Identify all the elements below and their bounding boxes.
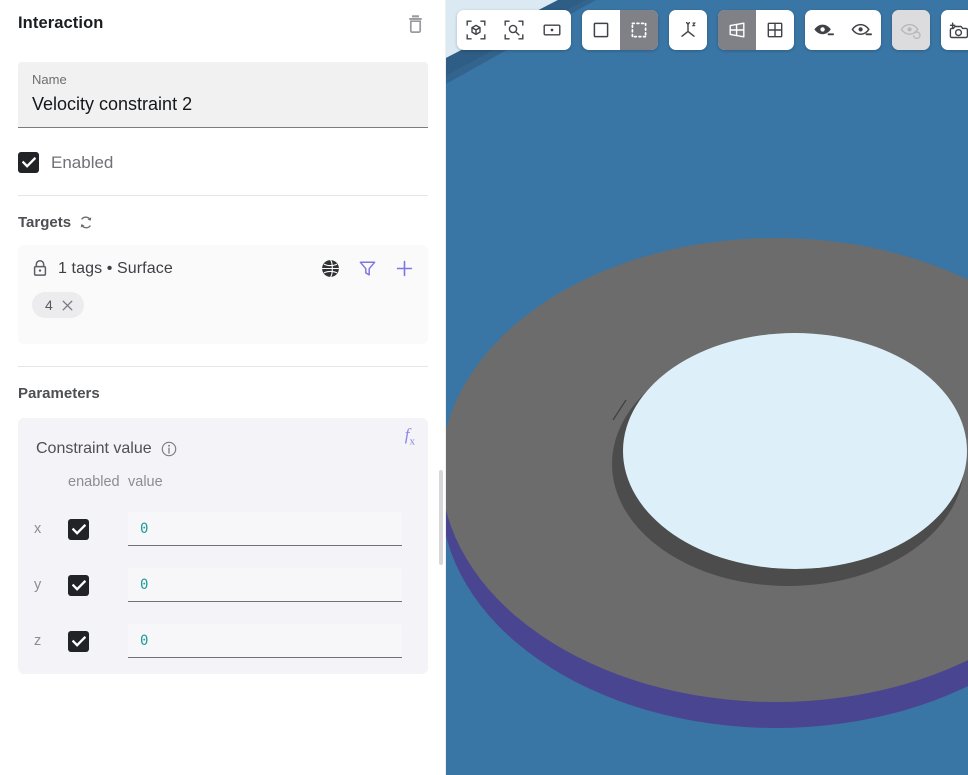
add-camera-icon[interactable] [941, 10, 968, 50]
filter-icon[interactable] [358, 259, 377, 278]
enabled-label: Enabled [51, 152, 114, 172]
divider-1 [18, 195, 428, 196]
orthographic-view-icon[interactable] [756, 10, 794, 50]
axis-value-input-z[interactable]: 0 [128, 624, 402, 658]
app-root: Interaction Name Velocity constraint 2 E… [0, 0, 968, 775]
enabled-checkbox[interactable] [18, 152, 39, 173]
targets-section-title: Targets [18, 214, 428, 231]
axis-enabled-cell-y [68, 574, 128, 596]
parameter-row-x: x 0 [34, 512, 412, 546]
divider-2 [18, 366, 428, 367]
targets-card: 1 tags • Surface 4 [18, 245, 428, 344]
target-tag-chips: 4 [32, 292, 414, 318]
globe-icon[interactable] [321, 259, 340, 278]
axis-value-text-x: 0 [140, 520, 149, 537]
close-icon[interactable] [62, 300, 73, 311]
column-header-enabled: enabled [68, 474, 120, 490]
enabled-row[interactable]: Enabled [18, 152, 428, 173]
select-marquee-icon[interactable] [620, 10, 658, 50]
axis-label-y: y [34, 577, 42, 593]
axis-value-input-x[interactable]: 0 [128, 512, 402, 546]
axis-label-x: x [34, 521, 42, 537]
targets-summary-text: 1 tags • Surface [58, 259, 173, 277]
zoom-fit-window-icon[interactable] [533, 10, 571, 50]
axis-value-input-y[interactable]: 0 [128, 568, 402, 602]
plus-icon[interactable] [395, 259, 414, 278]
parameters-section-title: Parameters [18, 385, 428, 402]
trash-icon[interactable] [402, 10, 428, 36]
targets-actions [321, 259, 414, 278]
targets-summary-row: 1 tags • Surface [32, 259, 414, 278]
name-field[interactable]: Name Velocity constraint 2 [18, 62, 428, 128]
info-icon[interactable] [161, 441, 177, 457]
page-title: Interaction [18, 13, 104, 32]
toolbar-group-projection [718, 10, 794, 50]
parameter-title-row: Constraint value [36, 440, 412, 458]
toolbar-group-visibility [805, 10, 881, 50]
select-rectangle-icon[interactable] [582, 10, 620, 50]
parameter-title: Constraint value [36, 440, 152, 457]
fx-expression-icon[interactable]: fx [405, 425, 415, 447]
axis-value-text-y: 0 [140, 576, 149, 593]
lock-icon[interactable] [32, 259, 48, 278]
parameters-column-headers: enabled value [34, 474, 412, 490]
3d-model-render [446, 0, 968, 775]
show-selected-icon[interactable] [843, 10, 881, 50]
refresh-icon[interactable] [79, 215, 93, 230]
toolbar-group-camera [941, 10, 968, 50]
parameters-section-label: Parameters [18, 385, 100, 402]
constraint-value-card: fx Constraint value enabled value x 0 y … [18, 418, 428, 674]
toolbar-group-reset-visibility [892, 10, 930, 50]
axis-enabled-checkbox-z[interactable] [68, 630, 89, 652]
parameter-row-z: z 0 [34, 624, 412, 658]
panel-scrollbar-thumb[interactable] [439, 470, 443, 565]
axis-enabled-checkbox-y[interactable] [68, 574, 89, 596]
parameter-row-y: y 0 [34, 568, 412, 602]
axis-value-text-z: 0 [140, 632, 149, 649]
zoom-fit-object-icon[interactable] [457, 10, 495, 50]
axis-enabled-checkbox-x[interactable] [68, 518, 89, 540]
axis-enabled-cell-x [68, 518, 128, 540]
3d-viewport[interactable] [446, 0, 968, 775]
name-field-label: Name [32, 72, 67, 87]
axis-label-z: z [34, 633, 42, 649]
panel-header: Interaction [0, 0, 446, 46]
targets-section-label: Targets [18, 214, 72, 231]
axis-enabled-cell-z [68, 630, 128, 652]
zoom-to-selection-icon[interactable] [495, 10, 533, 50]
toolbar-group-zoom [457, 10, 571, 50]
toolbar-group-selection-mode [582, 10, 658, 50]
properties-panel: Interaction Name Velocity constraint 2 E… [0, 0, 446, 775]
column-header-value: value [128, 474, 163, 490]
toolbar-group-axes [669, 10, 707, 50]
name-field-value[interactable]: Velocity constraint 2 [32, 91, 414, 117]
tag-chip-label: 4 [45, 297, 53, 313]
hide-selected-icon[interactable] [805, 10, 843, 50]
viewport-toolbar [457, 10, 968, 50]
perspective-view-icon[interactable] [718, 10, 756, 50]
tag-chip[interactable]: 4 [32, 292, 84, 318]
reset-visibility-icon [892, 10, 930, 50]
axes-gizmo-icon[interactable] [669, 10, 707, 50]
